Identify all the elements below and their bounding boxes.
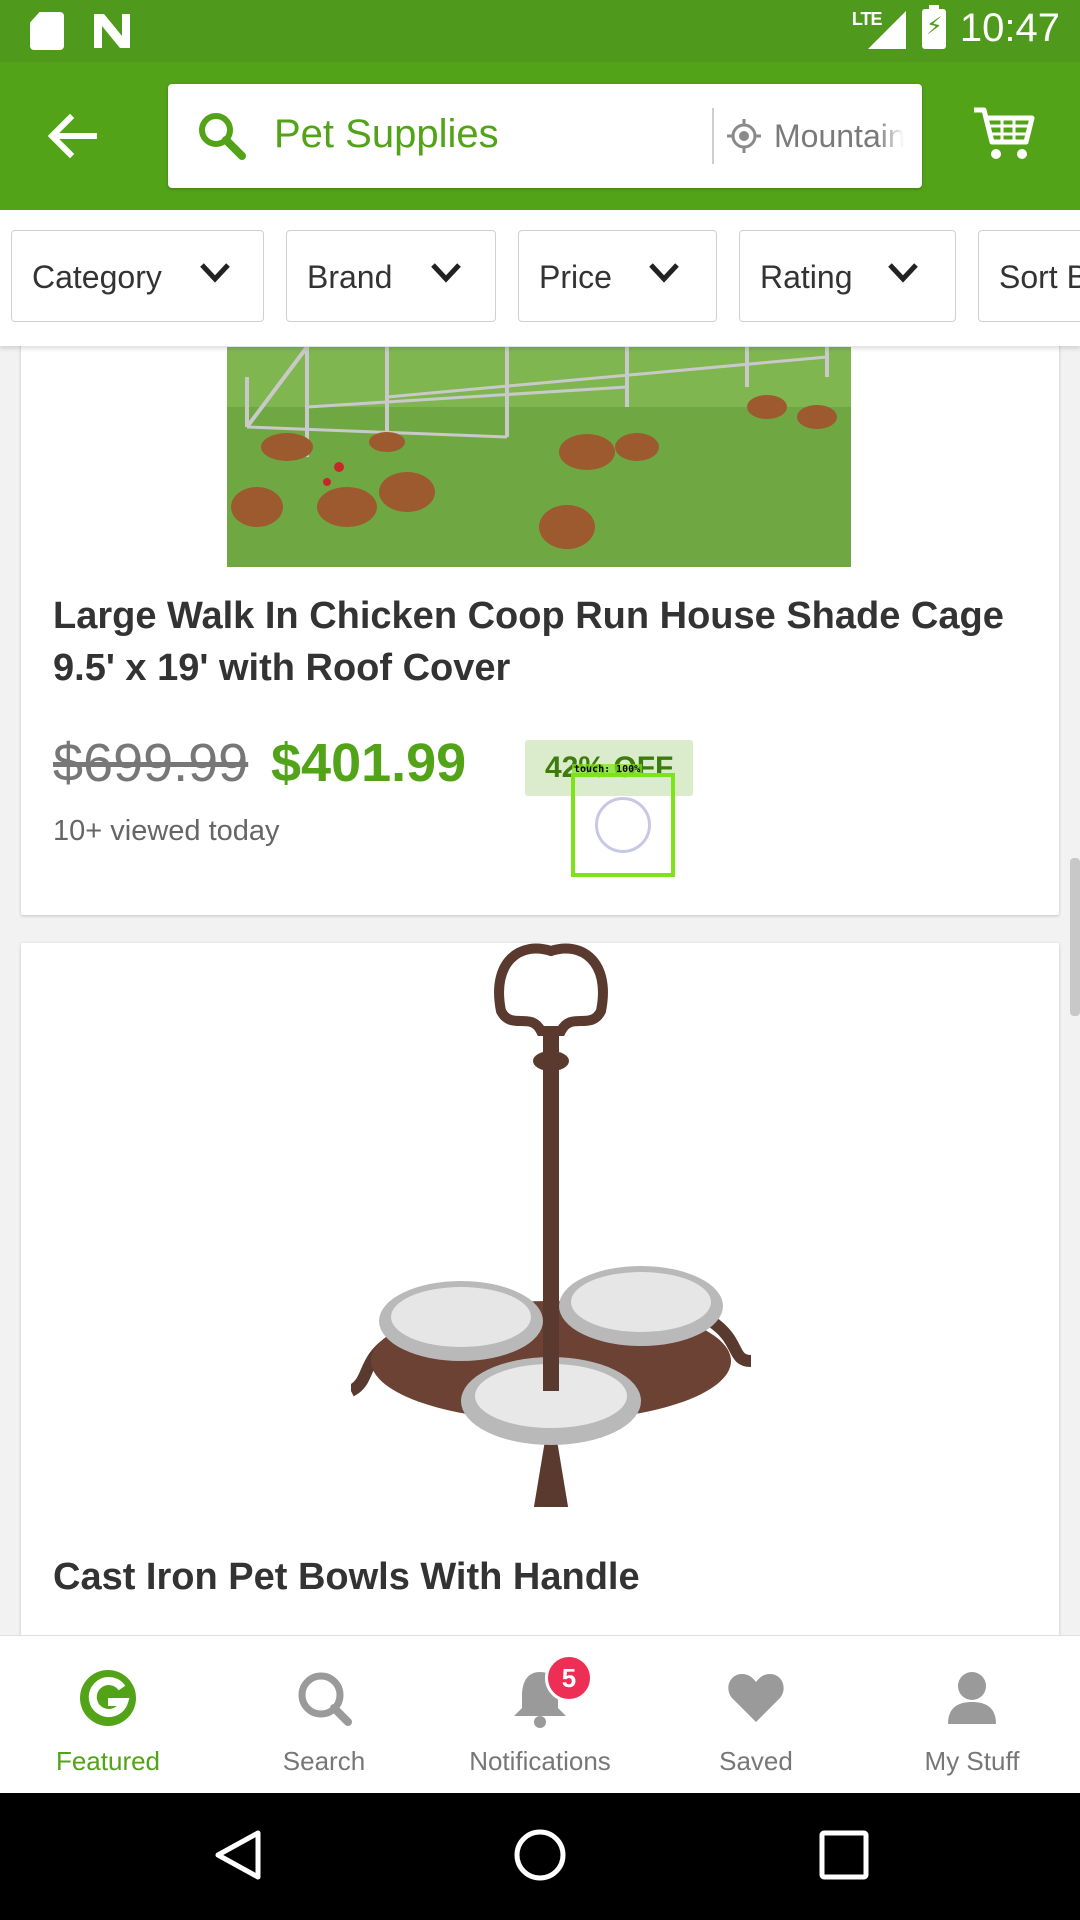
filter-rating[interactable]: Rating <box>739 230 956 322</box>
cart-icon <box>974 107 1035 159</box>
filter-label: Category <box>32 259 162 295</box>
notification-badge: 5 <box>545 1654 593 1702</box>
search-divider <box>712 108 714 164</box>
status-clock: 10:47 <box>959 6 1060 50</box>
filter-sort[interactable]: Sort By <box>978 230 1080 322</box>
product-title[interactable]: Cast Iron Pet Bowls With Handle <box>53 1551 1013 1603</box>
battery-charging-icon: ⚡ <box>921 4 946 49</box>
cart-button[interactable] <box>972 104 1036 167</box>
sale-price: $401.99 <box>271 733 467 793</box>
touch-indicator <box>571 773 675 877</box>
home-circle-icon[interactable] <box>512 1827 568 1883</box>
arrow-left-icon <box>47 113 97 159</box>
nav-notifications[interactable]: Notifications <box>432 1636 648 1794</box>
bottom-navigation: Featured Search Notifications 5 Saved My… <box>0 1635 1080 1794</box>
search-header: Pet Supplies Mountain View <box>0 62 1080 210</box>
search-query[interactable]: Pet Supplies <box>274 112 499 157</box>
sd-card-icon <box>30 12 64 50</box>
filter-label: Price <box>539 259 612 295</box>
back-triangle-icon[interactable] <box>210 1827 266 1883</box>
filter-label: Sort By <box>999 259 1080 295</box>
person-icon <box>948 1672 996 1724</box>
nav-label: Featured <box>55 1746 161 1776</box>
search-icon <box>199 113 246 160</box>
nav-label: Saved <box>719 1746 793 1776</box>
touch-ring <box>595 797 651 853</box>
heart-icon <box>728 1674 784 1722</box>
nav-label: My Stuff <box>924 1746 1020 1776</box>
signal-icon: LTE <box>852 7 908 51</box>
chicken-coop-image <box>227 347 851 567</box>
search-icon <box>298 1672 352 1726</box>
filter-label: Rating <box>760 259 853 295</box>
groupon-g-icon <box>80 1670 136 1726</box>
nav-my-stuff[interactable]: My Stuff <box>864 1636 1080 1794</box>
touch-indicator-label: touch: 100% <box>572 764 643 775</box>
product-card[interactable]: Cast Iron Pet Bowls With Handle <box>21 943 1059 1643</box>
nav-label: Search <box>282 1746 366 1776</box>
nav-search[interactable]: Search <box>216 1636 432 1794</box>
back-button[interactable] <box>44 110 100 162</box>
filter-category[interactable]: Category <box>11 230 264 322</box>
filter-price[interactable]: Price <box>518 230 717 322</box>
filter-label: Brand <box>307 259 393 295</box>
chevron-down-icon <box>649 263 679 283</box>
filter-bar: Category Brand Price Rating Sort By <box>0 210 1080 346</box>
location-field[interactable]: Mountain View <box>774 118 904 155</box>
chevron-down-icon <box>431 263 461 283</box>
nav-featured[interactable]: Featured <box>0 1636 216 1794</box>
scrollbar[interactable] <box>1070 858 1080 1016</box>
nav-label: Notifications <box>469 1746 611 1776</box>
nav-saved[interactable]: Saved <box>648 1636 864 1794</box>
search-bar[interactable]: Pet Supplies Mountain View <box>168 84 922 188</box>
system-navigation-bar <box>0 1793 1080 1920</box>
chevron-down-icon <box>888 263 918 283</box>
original-price: $699.99 <box>53 733 249 793</box>
viewed-count: 10+ viewed today <box>53 815 280 847</box>
status-bar: LTE ⚡ 10:47 <box>0 0 1080 62</box>
chevron-down-icon <box>200 263 230 283</box>
product-card[interactable]: Large Walk In Chicken Coop Run House Sha… <box>21 300 1059 915</box>
recents-square-icon[interactable] <box>816 1827 872 1883</box>
n-logo-icon <box>92 12 132 50</box>
filter-brand[interactable]: Brand <box>286 230 496 322</box>
pet-bowls-image <box>351 943 751 1507</box>
product-title[interactable]: Large Walk In Chicken Coop Run House Sha… <box>53 590 1013 694</box>
location-icon <box>727 119 761 153</box>
